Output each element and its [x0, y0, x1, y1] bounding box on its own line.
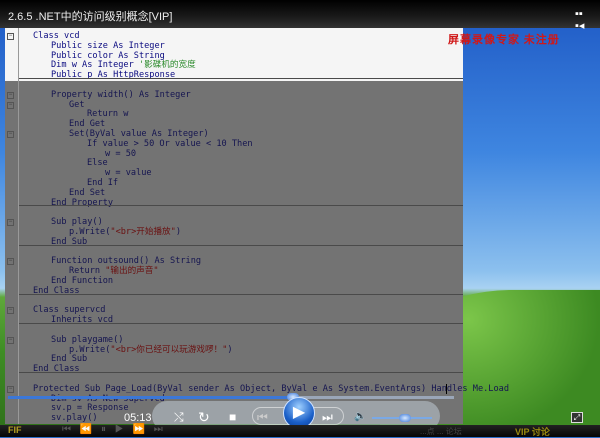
code-text: If value > 50 Or value < 10 Then	[87, 138, 253, 149]
code-text: End Sub	[51, 354, 88, 365]
code-separator	[19, 78, 463, 79]
code-separator	[19, 372, 463, 373]
code-line: Public size As Integer	[51, 41, 165, 51]
code-text: Return w	[87, 109, 129, 120]
fold-toggle-icon[interactable]: −	[7, 101, 14, 109]
grid-menu-icon[interactable]: ▪▪ ▪◂	[575, 8, 587, 32]
code-text: Protected Sub Page_Load(ByVal sender As …	[33, 383, 509, 394]
shuffle-icon[interactable]: ⤭	[174, 410, 184, 424]
code-line: w = 50	[105, 149, 136, 159]
progress-fill	[8, 396, 294, 399]
code-editor: Class vcd − Public size As Integer Public c…	[5, 28, 509, 424]
fold-toggle-icon[interactable]: −	[7, 307, 14, 315]
bottom-playback-buttons[interactable]: ⏮ ⏪ ⏸ ▶ ⏩ ⏭	[62, 424, 166, 435]
code-line: Protected Sub Page_Load(ByVal sender As …	[33, 384, 509, 394]
watermark: 屏幕录像专家 未注册	[448, 34, 560, 46]
code-separator	[19, 323, 463, 324]
code-line: Function outsound() As String	[51, 256, 201, 266]
volume-knob[interactable]	[399, 414, 411, 422]
code-text: Class supervcd	[33, 305, 106, 316]
repeat-icon[interactable]: ↻	[198, 410, 210, 424]
code-text: End If	[87, 178, 119, 188]
code-separator	[19, 293, 463, 295]
code-line: Set(ByVal value As Integer)	[69, 129, 209, 139]
code-text: p.Write(	[69, 227, 111, 237]
code-line: Sub playgame()	[51, 335, 123, 345]
fold-toggle-icon[interactable]: −	[7, 219, 14, 227]
code-line: p.Write("<br>你已经可以玩游戏啰！")	[69, 345, 233, 355]
code-line: Return w	[87, 109, 128, 119]
fold-toggle-icon[interactable]: −	[7, 33, 14, 40]
fold-toggle-icon[interactable]: −	[7, 131, 14, 138]
code-text: Class vcd	[33, 31, 80, 41]
code-text: Return	[69, 266, 106, 277]
code-line: Get	[69, 100, 85, 110]
code-text: Function outsound() As String	[51, 256, 202, 267]
title-bar: 2.6.5 .NET中的访问级别概念[VIP] ▪▪ ▪◂	[0, 0, 600, 32]
next-button[interactable]: ⏭	[322, 410, 333, 424]
code-text: sv.play()	[51, 413, 98, 424]
code-text: sv.p = Response	[51, 403, 129, 414]
code-text: Get	[69, 99, 85, 110]
code-text: )	[227, 344, 233, 355]
code-text: Sub playgame()	[51, 334, 124, 345]
code-line: Dim w As Integer '影碟机的宽度	[51, 60, 196, 70]
code-text: Public size As Integer	[51, 40, 165, 51]
bottom-links[interactable]: ...点 ... 论坛	[420, 426, 462, 437]
code-text: w = 50	[105, 148, 137, 159]
progress-bar[interactable]	[8, 393, 454, 401]
code-text: )	[175, 227, 182, 237]
code-line: End Set	[69, 188, 105, 198]
code-line: End Function	[51, 276, 113, 286]
code-string: "<br>你已经可以玩游戏啰！"	[110, 344, 228, 355]
logo: FIF	[8, 425, 22, 435]
code-text: Property width() As Integer	[51, 89, 191, 100]
code-text: End Set	[69, 187, 106, 198]
stop-button[interactable]: ■	[229, 410, 236, 424]
code-text: End Function	[51, 276, 114, 286]
video-title: 2.6.5 .NET中的访问级别概念[VIP]	[8, 11, 173, 23]
current-time: 05:13	[124, 412, 152, 424]
code-text: w = value	[105, 168, 152, 179]
code-line: sv.p = Response	[51, 403, 129, 413]
code-string: "<br>开始播放"	[110, 227, 176, 237]
code-string: "输出的声音"	[105, 266, 159, 277]
volume-icon[interactable]: 🔈	[354, 410, 366, 424]
fold-toggle-icon[interactable]: −	[7, 336, 14, 344]
code-separator	[19, 205, 463, 207]
code-text: Sub play()	[51, 217, 103, 228]
code-line: Property width() As Integer	[51, 90, 191, 100]
code-line: Else	[87, 158, 108, 168]
code-line: End Get	[69, 119, 105, 129]
fold-toggle-icon[interactable]: −	[7, 258, 14, 266]
fold-toggle-icon[interactable]: −	[7, 385, 14, 393]
code-line: Class supervcd	[33, 305, 105, 315]
code-line: sv.play()	[51, 413, 98, 423]
code-text: p.Write(	[69, 344, 111, 355]
previous-button[interactable]: ⏮	[257, 410, 268, 424]
expand-icon[interactable]: ⤢	[571, 412, 583, 423]
code-text: End Get	[69, 119, 106, 130]
fold-toggle-icon[interactable]: −	[7, 91, 14, 99]
vip-discussion-link[interactable]: VIP 讨论	[515, 425, 550, 438]
volume-slider[interactable]	[372, 414, 432, 422]
code-separator	[19, 244, 463, 246]
text-cursor	[446, 384, 447, 394]
code-line: End Sub	[51, 354, 87, 364]
code-text: Dim w As Integer	[51, 60, 139, 71]
code-line: Class vcd	[33, 31, 80, 41]
code-line: If value > 50 Or value < 10 Then	[87, 139, 253, 149]
code-line: End If	[87, 178, 118, 188]
code-line: w = value	[105, 168, 152, 178]
code-line: p.Write("<br>开始播放")	[69, 227, 181, 237]
code-line: Sub play()	[51, 217, 103, 227]
code-line: Return "输出的声音"	[69, 266, 159, 276]
code-comment: '影碟机的宽度	[138, 60, 196, 71]
code-text: Set(ByVal value As Integer)	[69, 129, 209, 139]
code-text: Else	[87, 158, 108, 169]
